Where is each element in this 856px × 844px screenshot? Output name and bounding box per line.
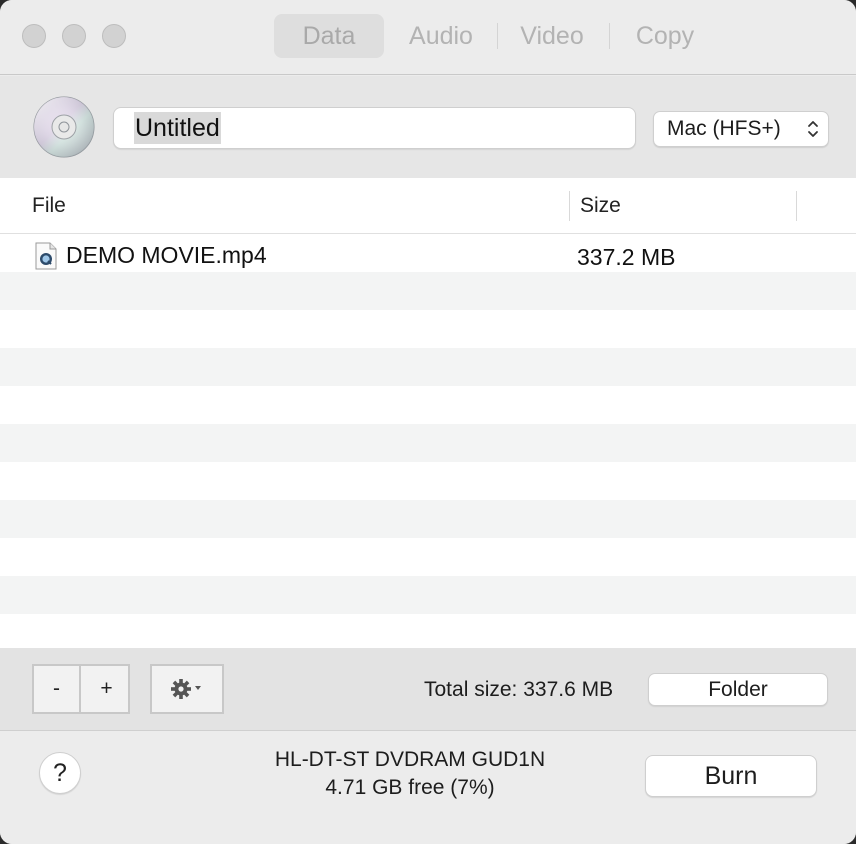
tab-video[interactable]: Video bbox=[508, 14, 596, 58]
table-row bbox=[0, 576, 856, 614]
burn-button[interactable]: Burn bbox=[645, 755, 817, 797]
footer: ? HL-DT-ST DVDRAM GUD1N 4.71 GB free (7%… bbox=[0, 732, 856, 844]
table-body: DEMO MOVIE.mp4 337.2 MB bbox=[0, 234, 856, 648]
add-item-button[interactable]: + bbox=[83, 666, 130, 712]
folder-button[interactable]: Folder bbox=[648, 673, 828, 706]
file-table: File Size DEMO MOVIE.mp4 337.2 MB bbox=[0, 178, 856, 648]
dropdown-arrow-icon bbox=[195, 686, 201, 690]
gear-icon bbox=[171, 679, 201, 699]
disc-header: Untitled Mac (HFS+) bbox=[0, 76, 856, 178]
cd-disc-icon bbox=[33, 96, 95, 158]
table-row bbox=[0, 310, 856, 348]
table-row bbox=[0, 386, 856, 424]
remove-item-button[interactable]: - bbox=[34, 666, 81, 712]
titlebar: Data Audio Video Copy bbox=[0, 0, 856, 75]
help-button[interactable]: ? bbox=[39, 752, 81, 794]
tab-audio[interactable]: Audio bbox=[396, 14, 486, 58]
table-row bbox=[0, 500, 856, 538]
updown-chevron-icon bbox=[808, 121, 818, 137]
table-row bbox=[0, 272, 856, 310]
table-row bbox=[0, 614, 856, 648]
add-remove-segment: - + bbox=[32, 664, 130, 714]
column-divider[interactable] bbox=[569, 191, 570, 221]
video-file-icon bbox=[35, 242, 57, 270]
filesystem-select-value: Mac (HFS+) bbox=[667, 117, 781, 140]
table-header: File Size bbox=[0, 178, 856, 234]
tab-divider bbox=[497, 23, 498, 49]
zoom-window-button[interactable] bbox=[102, 24, 126, 48]
disc-name-value: Untitled bbox=[134, 112, 221, 144]
table-row[interactable]: DEMO MOVIE.mp4 337.2 MB bbox=[0, 234, 856, 272]
minimize-window-button[interactable] bbox=[62, 24, 86, 48]
tab-copy[interactable]: Copy bbox=[622, 14, 708, 58]
drive-name-label: HL-DT-ST DVDRAM GUD1N bbox=[274, 748, 546, 771]
drive-free-space-label: 4.71 GB free (7%) bbox=[325, 776, 495, 799]
column-header-size[interactable]: Size bbox=[580, 178, 621, 234]
close-window-button[interactable] bbox=[22, 24, 46, 48]
column-header-file[interactable]: File bbox=[32, 178, 66, 234]
disc-name-input[interactable]: Untitled bbox=[113, 107, 636, 149]
column-divider[interactable] bbox=[796, 191, 797, 221]
burn-window: Data Audio Video Copy Untitled Mac (HFS+… bbox=[0, 0, 856, 844]
table-row bbox=[0, 538, 856, 576]
file-name-cell: DEMO MOVIE.mp4 bbox=[66, 242, 267, 268]
filesystem-select[interactable]: Mac (HFS+) bbox=[653, 111, 829, 147]
tab-data[interactable]: Data bbox=[274, 14, 384, 58]
total-size-label: Total size: 337.6 MB bbox=[424, 678, 614, 701]
tab-divider bbox=[609, 23, 610, 49]
table-row bbox=[0, 424, 856, 462]
table-row bbox=[0, 348, 856, 386]
table-row bbox=[0, 462, 856, 500]
action-menu-button[interactable] bbox=[150, 664, 224, 714]
bottom-toolbar: - + Total size: 337.6 MB Folder bbox=[0, 648, 856, 731]
